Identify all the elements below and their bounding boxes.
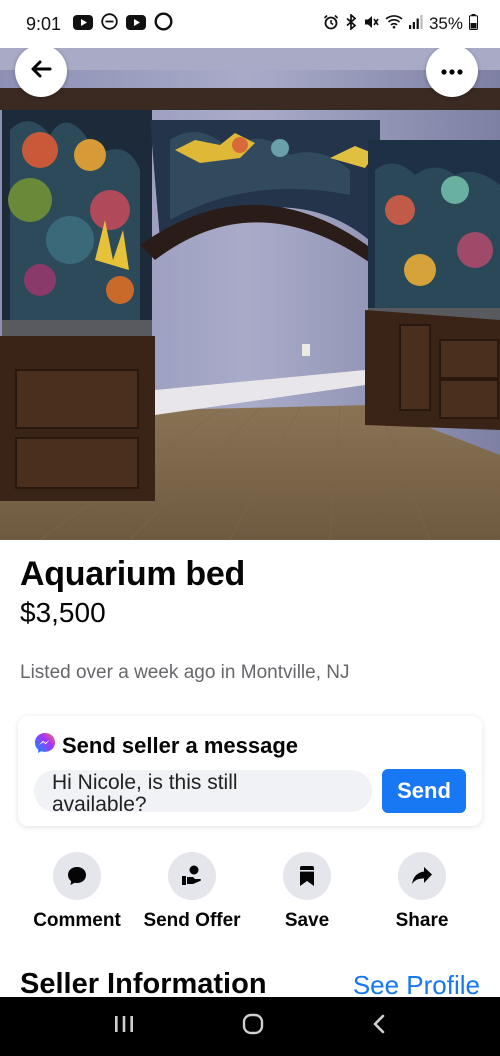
youtube-icon [73,14,94,35]
do-not-disturb-icon [101,13,118,35]
youtube-icon [126,14,147,35]
back-icon[interactable] [371,1013,387,1040]
messenger-icon [34,732,56,759]
message-heading-label: Send seller a message [62,732,299,758]
listing-meta: Listed over a week ago in Montville, NJ [20,662,350,683]
status-right: 35% [323,12,478,35]
save-button[interactable]: Save [249,852,365,932]
share-icon [398,852,446,900]
status-bar: 9:01 35% [0,0,500,48]
system-nav-bar [0,997,500,1056]
message-seller-card: Send seller a message Hi Nicole, is this… [18,716,482,826]
listing-price: $3,500 [20,597,106,628]
send-offer-label: Send Offer [143,910,241,931]
recents-icon[interactable] [113,1014,135,1039]
offer-icon [168,852,216,900]
message-input-text: Hi Nicole, is this still available? [52,771,238,813]
alarm-icon [323,14,339,35]
back-button[interactable] [15,45,67,97]
message-input[interactable]: Hi Nicole, is this still available? [34,770,372,812]
comment-button[interactable]: Comment [19,852,135,932]
bluetooth-icon [345,12,357,35]
save-label: Save [284,910,330,931]
arrow-left-icon [30,59,52,84]
action-row: Comment Send Offer Save Share [0,852,500,932]
send-offer-button[interactable]: Send Offer [134,852,250,932]
comment-icon [53,852,101,900]
listing-title: Aquarium bed [20,555,245,593]
share-label: Share [395,910,449,931]
battery-percent: 35% [428,14,463,33]
send-button[interactable]: Send [382,769,466,813]
more-options-button[interactable] [426,45,478,97]
signal-icon [408,14,423,34]
comment-label: Comment [33,910,121,931]
listing-photo[interactable] [0,40,500,540]
battery-icon [469,13,478,35]
message-heading: Send seller a message [34,732,298,759]
mute-icon [363,14,379,35]
circle-app-icon [154,12,173,36]
status-time: 9:01 [26,13,62,34]
wifi-icon [385,14,403,34]
share-button[interactable]: Share [364,852,480,932]
home-icon[interactable] [241,1012,265,1041]
more-dots-icon [441,62,463,80]
bookmark-icon [283,852,331,900]
status-left: 9:01 [26,12,173,36]
